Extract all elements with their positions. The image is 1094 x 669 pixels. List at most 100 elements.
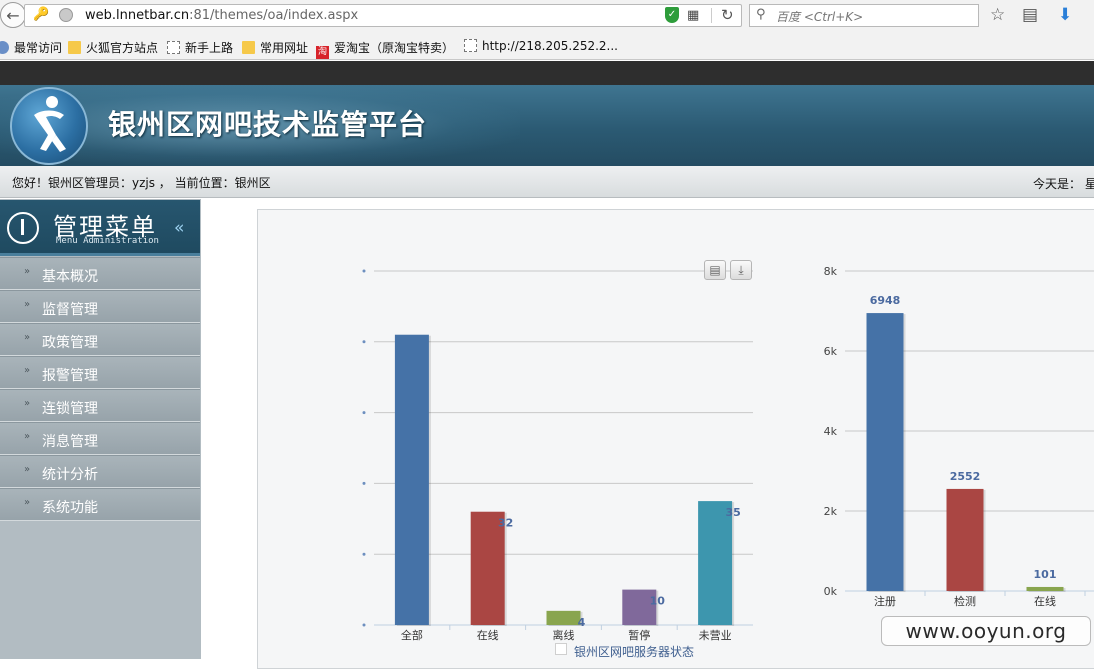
bookmarks-menu-icon[interactable]: ▤ <box>1022 5 1038 25</box>
registration-chart: 0k 2k 4k 6k 8k 6948 注册 2552 检测 101 在线 <box>824 265 1094 608</box>
power-icon <box>7 212 39 244</box>
menu-item-supervision[interactable]: » 监督管理 <box>0 290 200 323</box>
user-greeting: 您好！银州区管理员：yzjs ， 当前位置：银州区 <box>12 176 271 190</box>
double-arrow-icon: » <box>24 332 31 343</box>
server-status-chart: 全部 32 在线 4离线 10 暂停 35 未营业 <box>362 269 753 642</box>
search-placeholder: 百度 <Ctrl+K> <box>776 10 864 24</box>
reload-icon[interactable]: ↻ <box>721 6 734 24</box>
shield-icon[interactable]: ✓ <box>665 7 679 23</box>
most-visited-icon <box>0 41 9 54</box>
x-tick-label: 检测 <box>954 594 976 608</box>
double-arrow-icon: » <box>24 398 31 409</box>
x-tick-label: 未营业 <box>699 628 732 642</box>
y-tick-label: 8k <box>824 265 838 278</box>
y-tick-label: 4k <box>824 425 838 438</box>
data-label: 32 <box>498 517 513 530</box>
url-text[interactable]: web.lnnetbar.cn:81/themes/oa/index.aspx <box>85 8 358 23</box>
y-tick-label: 6k <box>824 345 838 358</box>
bar <box>394 334 429 625</box>
double-arrow-icon: » <box>24 464 31 475</box>
x-tick-label: 在线 <box>477 628 499 642</box>
bookmarks-toolbar: 最常访问 火狐官方站点 新手上路 常用网址 淘爱淘宝（原淘宝特卖） http:/… <box>0 33 1094 60</box>
double-arrow-icon: » <box>24 299 31 310</box>
bar <box>698 501 733 625</box>
bookmark-item[interactable]: 常用网址 <box>242 39 308 55</box>
top-strip <box>0 61 1094 85</box>
bar <box>546 610 581 625</box>
legend-symbol[interactable] <box>555 643 567 655</box>
qr-code-icon[interactable]: ▦ <box>687 8 699 23</box>
data-label: 35 <box>725 506 740 519</box>
sidebar: 管理菜单 Menu Administration « » 基本概况 » 监督管理 »… <box>0 199 201 659</box>
address-bar[interactable]: 🔑 web.lnnetbar.cn:81/themes/oa/index.asp… <box>24 4 742 27</box>
menu-item-alarm[interactable]: » 报警管理 <box>0 356 200 389</box>
x-tick-label: 离线 <box>553 628 575 642</box>
double-arrow-icon: » <box>24 365 31 376</box>
page-icon <box>464 39 477 52</box>
data-label: 2552 <box>950 470 981 483</box>
collapse-menu-icon[interactable]: « <box>174 218 184 238</box>
data-label: 10 <box>650 595 666 608</box>
double-arrow-icon: » <box>24 431 31 442</box>
site-banner: 银州区网吧技术监管平台 <box>0 85 1094 166</box>
download-icon: ⤓ <box>738 263 744 277</box>
menu-subtitle: Menu Administration <box>56 236 159 246</box>
y-tick-mark <box>362 411 366 415</box>
folder-icon <box>242 41 255 54</box>
site-title: 银州区网吧技术监管平台 <box>108 108 428 141</box>
download-icon[interactable]: ⬇ <box>1058 5 1072 25</box>
taobao-icon: 淘 <box>316 46 329 59</box>
x-tick-label: 全部 <box>401 628 423 642</box>
site-logo-icon <box>10 87 88 165</box>
bookmark-star-icon[interactable]: ☆ <box>990 5 1005 25</box>
back-arrow-icon: ← <box>6 5 20 25</box>
url-separator <box>711 8 712 23</box>
info-bar: 您好！银州区管理员：yzjs ， 当前位置：银州区 今天是： 星 <box>0 166 1094 198</box>
globe-icon <box>59 8 73 22</box>
data-label: 6948 <box>870 294 901 307</box>
print-icon: ▤ <box>709 263 721 277</box>
bookmark-item[interactable]: 最常访问 <box>0 39 62 55</box>
chart-legend-label[interactable]: 银州区网吧服务器状态 <box>574 643 694 660</box>
data-label: 4 <box>578 616 586 629</box>
menu-header: 管理菜单 Menu Administration « <box>0 200 200 256</box>
x-tick-label: 注册 <box>874 594 896 608</box>
menu-item-overview[interactable]: » 基本概况 <box>0 257 200 290</box>
y-tick-mark <box>362 552 366 556</box>
menu-item-policy[interactable]: » 政策管理 <box>0 323 200 356</box>
bar <box>1026 586 1064 591</box>
menu-list: » 基本概况 » 监督管理 » 政策管理 » 报警管理 » 连锁管理 » 消息管理 » 统计分… <box>0 257 200 521</box>
bookmark-item[interactable]: http://218.205.252.2... <box>464 39 618 55</box>
page-icon <box>167 41 180 54</box>
menu-item-statistics[interactable]: » 统计分析 <box>0 455 200 488</box>
browser-toolbar: ← 🔑 web.lnnetbar.cn:81/themes/oa/index.a… <box>0 0 1094 33</box>
data-label: 101 <box>1034 568 1057 581</box>
today-label: 今天是： 星 <box>1033 177 1094 191</box>
watermark: www.ooyun.org <box>881 616 1091 646</box>
menu-item-system[interactable]: » 系统功能 <box>0 488 200 521</box>
x-tick-label: 暂停 <box>628 628 650 642</box>
bookmark-item[interactable]: 新手上路 <box>167 39 233 55</box>
bar <box>866 313 904 591</box>
back-button[interactable]: ← <box>0 2 26 28</box>
bookmark-item[interactable]: 火狐官方站点 <box>68 39 158 55</box>
y-tick-label: 0k <box>824 585 838 598</box>
folder-icon <box>68 41 81 54</box>
y-tick-mark <box>362 340 366 344</box>
key-icon: 🔑 <box>33 7 50 22</box>
y-tick-label: 2k <box>824 505 838 518</box>
search-icon: ⚲ <box>756 7 766 22</box>
export-chart-button[interactable]: ⤓ <box>730 260 752 280</box>
search-bar[interactable]: ⚲ 百度 <Ctrl+K> <box>749 4 979 27</box>
double-arrow-icon: » <box>24 266 31 277</box>
double-arrow-icon: » <box>24 497 31 508</box>
y-tick-mark <box>362 481 366 485</box>
menu-item-chain[interactable]: » 连锁管理 <box>0 389 200 422</box>
y-tick-mark <box>362 623 366 627</box>
menu-item-messages[interactable]: » 消息管理 <box>0 422 200 455</box>
print-chart-button[interactable]: ▤ <box>704 260 726 280</box>
y-tick-mark <box>362 269 366 273</box>
bookmark-item[interactable]: 淘爱淘宝（原淘宝特卖） <box>316 39 454 59</box>
x-tick-label: 在线 <box>1034 594 1056 608</box>
bar <box>946 488 984 591</box>
